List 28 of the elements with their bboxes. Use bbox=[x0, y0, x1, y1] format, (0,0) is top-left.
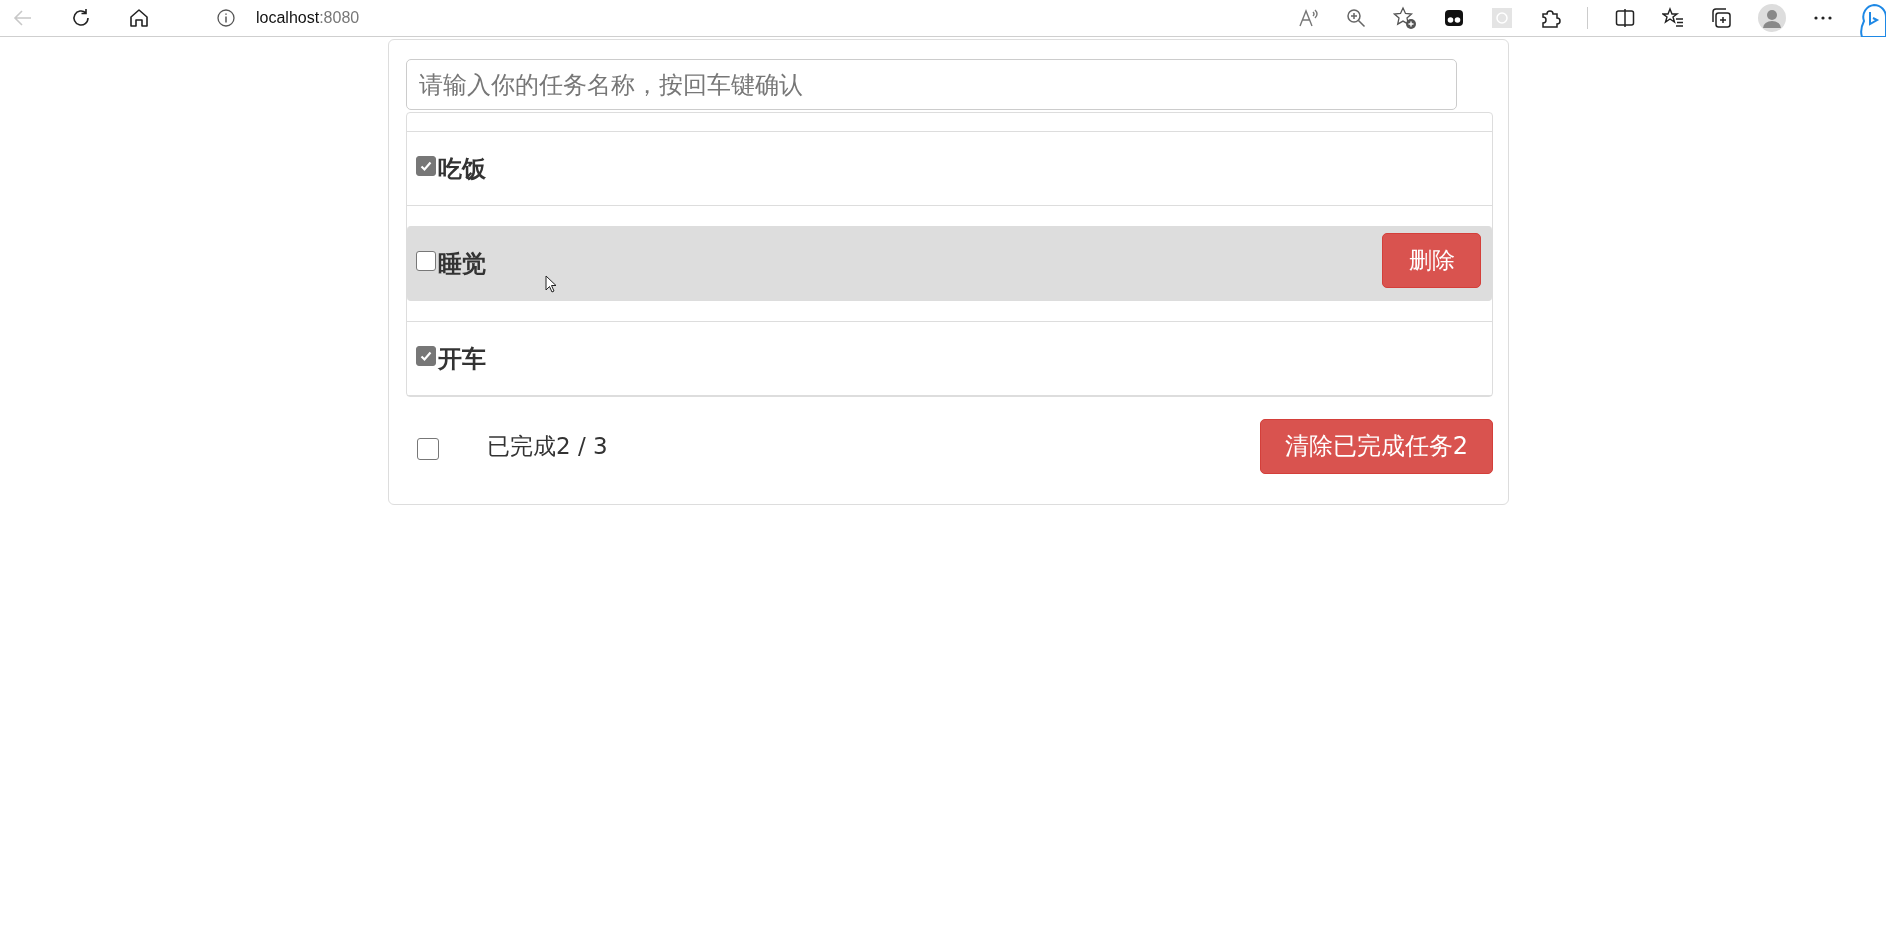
add-favorite-icon[interactable] bbox=[1393, 6, 1417, 30]
task-item[interactable]: 吃饭 bbox=[407, 131, 1492, 206]
task-item[interactable]: 睡觉 删除 bbox=[407, 226, 1492, 301]
task-checkbox[interactable] bbox=[416, 345, 436, 366]
split-screen-icon[interactable] bbox=[1614, 7, 1636, 29]
task-input-field[interactable]: 请输入你的任务名称，按回车键确认 bbox=[406, 59, 1457, 110]
task-name: 开车 bbox=[438, 343, 486, 375]
mouse-cursor-icon bbox=[545, 275, 557, 293]
clear-completed-button[interactable]: 清除已完成任务2 bbox=[1259, 418, 1493, 474]
read-aloud-icon[interactable] bbox=[1297, 7, 1319, 29]
task-item[interactable]: 开车 bbox=[407, 321, 1492, 396]
task-checkbox[interactable] bbox=[416, 155, 436, 176]
select-all-checkbox[interactable] bbox=[417, 438, 439, 460]
info-icon[interactable] bbox=[216, 8, 236, 28]
task-name: 吃饭 bbox=[438, 153, 486, 185]
delete-button[interactable]: 删除 bbox=[1382, 233, 1481, 288]
collections-icon[interactable] bbox=[1710, 7, 1732, 29]
puzzle-icon[interactable] bbox=[1539, 7, 1561, 29]
completed-count: 已完成2 / 3 bbox=[487, 431, 608, 461]
chat-bubble-icon[interactable] bbox=[1860, 3, 1886, 37]
profile-avatar-icon[interactable] bbox=[1758, 4, 1786, 32]
address-text[interactable]: localhost:8080 bbox=[256, 9, 360, 27]
home-icon[interactable] bbox=[128, 7, 150, 29]
reload-icon[interactable] bbox=[70, 7, 92, 29]
task-name: 睡觉 bbox=[438, 248, 486, 280]
task-checkbox[interactable] bbox=[416, 250, 436, 271]
favorites-icon[interactable] bbox=[1662, 7, 1684, 29]
zoom-icon[interactable] bbox=[1345, 7, 1367, 29]
